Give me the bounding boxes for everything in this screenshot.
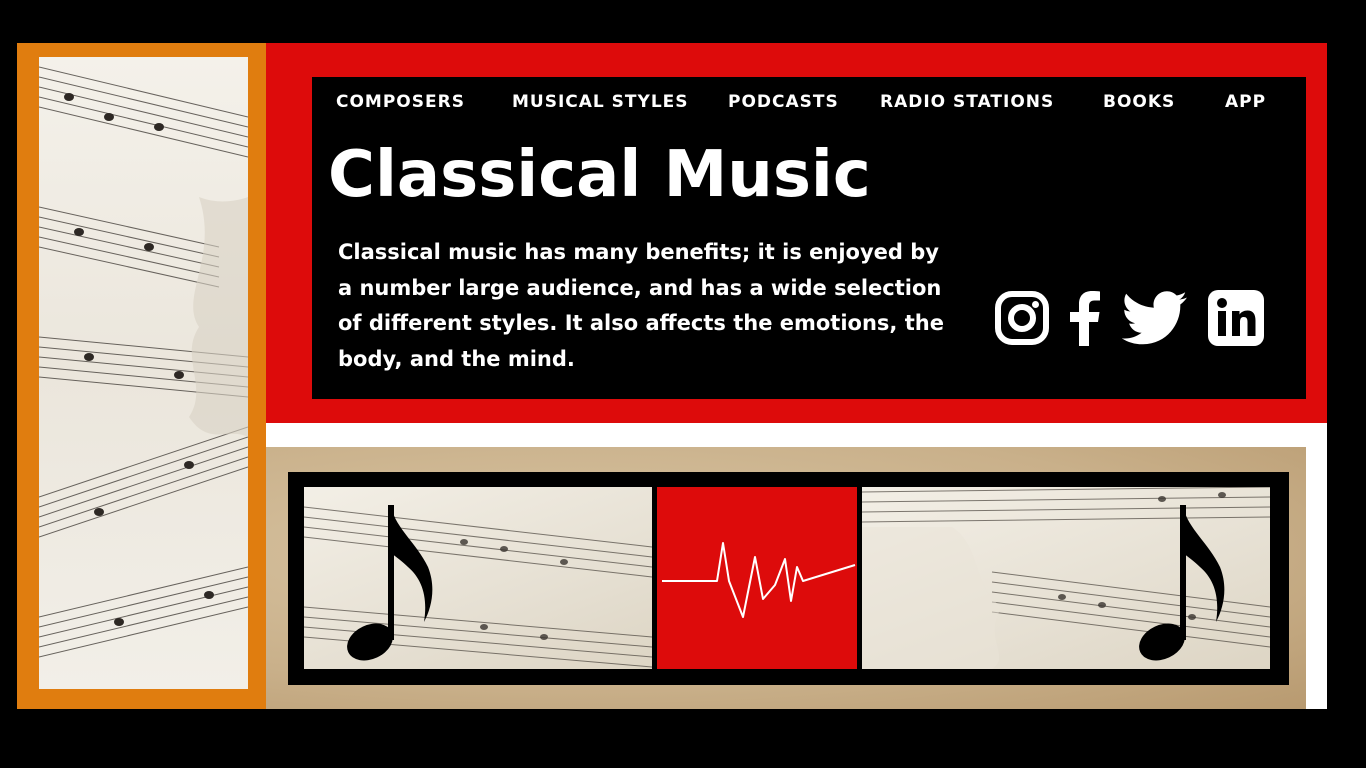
music-note-icon [1139,505,1225,661]
side-strip [1306,447,1327,709]
heartbeat-icon [662,542,856,618]
heartbeat-panel [657,487,857,669]
twitter-icon[interactable] [1120,288,1190,348]
nav-item-radio-stations[interactable]: RADIO STATIONS [880,92,1054,112]
nav-item-books[interactable]: BOOKS [1103,92,1175,112]
linkedin-icon[interactable] [1205,288,1267,348]
main-nav: COMPOSERS MUSICAL STYLES PODCASTS RADIO … [312,92,1306,118]
music-note-icon [347,505,433,661]
instagram-icon[interactable] [992,288,1052,348]
hero-description: Classical music has many benefits; it is… [338,240,944,371]
nav-item-composers[interactable]: COMPOSERS [336,92,465,112]
sheet-music-panel-left [304,487,652,669]
facebook-icon[interactable] [1062,288,1106,348]
sheet-music-panel-right [862,487,1270,669]
nav-item-app[interactable]: APP [1225,92,1266,112]
nav-item-podcasts[interactable]: PODCASTS [728,92,839,112]
page-title: Classical Music [328,138,871,212]
sheet-music-image [39,57,248,689]
left-image-frame [17,43,266,709]
nav-item-musical-styles[interactable]: MUSICAL STYLES [512,92,689,112]
divider-strip [266,423,1327,447]
